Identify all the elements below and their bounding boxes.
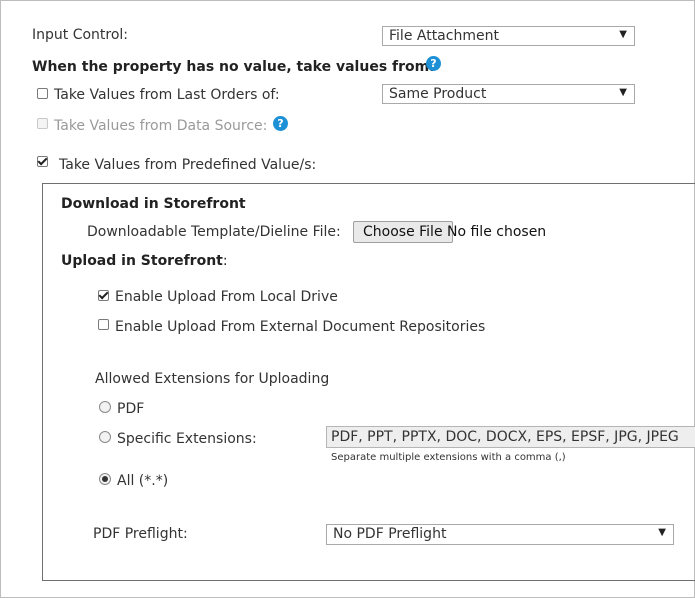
chevron-down-icon: ▼: [619, 29, 627, 40]
external-repos-label: Enable Upload From External Document Rep…: [115, 319, 486, 335]
all-extensions-radio[interactable]: [99, 473, 111, 485]
data-source-label: Take Values from Data Source:: [54, 118, 268, 134]
pdf-preflight-label: PDF Preflight:: [93, 526, 188, 542]
help-icon[interactable]: ?: [273, 116, 288, 131]
upload-heading-colon: :: [222, 253, 228, 269]
specific-extensions-radio[interactable]: [99, 431, 111, 443]
upload-heading-text: Upload in Storefront: [61, 253, 223, 269]
predefined-values-panel: Download in Storefront Downloadable Temp…: [42, 183, 695, 581]
predefined-checkbox[interactable]: [37, 156, 48, 167]
template-file-label: Downloadable Template/Dieline File:: [87, 224, 341, 240]
all-extensions-label: All (*.*): [117, 473, 169, 489]
extensions-hint: Separate multiple extensions with a comm…: [331, 452, 566, 463]
choose-file-button[interactable]: Choose File: [353, 221, 453, 243]
predefined-label: Take Values from Predefined Value/s:: [59, 157, 317, 173]
allowed-extensions-label: Allowed Extensions for Uploading: [95, 371, 330, 387]
input-control-select[interactable]: File Attachment ▼: [382, 26, 635, 46]
file-status-text: No file chosen: [447, 224, 547, 240]
upload-heading: Upload in Storefront:: [61, 253, 228, 269]
chevron-down-icon: ▼: [658, 527, 666, 538]
specific-extensions-label: Specific Extensions:: [117, 431, 257, 447]
pdf-radio-label: PDF: [117, 401, 145, 417]
input-control-label: Input Control:: [32, 27, 129, 43]
last-orders-checkbox[interactable]: [37, 88, 48, 99]
chevron-down-icon: ▼: [619, 87, 627, 98]
input-control-value: File Attachment: [389, 28, 499, 44]
data-source-checkbox[interactable]: [37, 118, 48, 129]
no-value-heading: When the property has no value, take val…: [32, 59, 435, 75]
download-heading: Download in Storefront: [61, 196, 246, 212]
pdf-preflight-value: No PDF Preflight: [333, 526, 447, 542]
local-drive-label: Enable Upload From Local Drive: [115, 289, 338, 305]
last-orders-select[interactable]: Same Product ▼: [382, 84, 635, 104]
external-repos-checkbox[interactable]: [98, 319, 109, 330]
pdf-preflight-select[interactable]: No PDF Preflight ▼: [326, 524, 674, 545]
help-icon[interactable]: ?: [426, 56, 441, 71]
property-settings-frame: Input Control: File Attachment ▼ When th…: [0, 0, 695, 598]
local-drive-checkbox[interactable]: [98, 290, 109, 301]
last-orders-value: Same Product: [389, 86, 487, 102]
specific-extensions-input[interactable]: PDF, PPT, PPTX, DOC, DOCX, EPS, EPSF, JP…: [326, 426, 695, 448]
last-orders-label: Take Values from Last Orders of:: [54, 87, 280, 103]
pdf-radio[interactable]: [99, 401, 111, 413]
